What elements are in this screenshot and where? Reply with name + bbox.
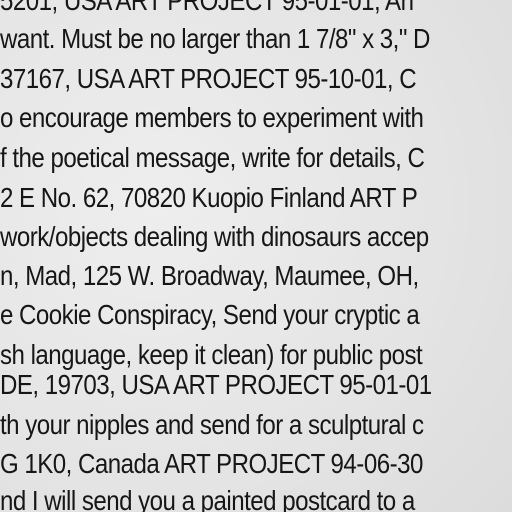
scanned-document-page: 5201, USA ART PROJECT 95-01-01, An want.… [0, 0, 512, 512]
text-line: sh language, keep it clean) for public p… [0, 339, 423, 370]
text-line: G 1K0, Canada ART PROJECT 94-06-30 [0, 448, 423, 479]
text-line: e Cookie Conspiracy, Send your cryptic a [0, 299, 420, 330]
text-line: f the poetical message, write for detail… [0, 142, 425, 173]
text-line: work/objects dealing with dinosaurs acce… [0, 221, 429, 252]
text-line: n, Mad, 125 W. Broadway, Maumee, OH, [0, 260, 419, 291]
text-line: want. Must be no larger than 1 7/8" x 3,… [0, 23, 430, 54]
text-line: 37167, USA ART PROJECT 95-10-01, C [0, 63, 417, 94]
text-line: th your nipples and send for a sculptura… [0, 409, 424, 440]
text-line: nd I will send you a painted postcard to… [0, 485, 415, 512]
text-line: DE, 19703, USA ART PROJECT 95-01-01 [0, 369, 432, 400]
text-line: o encourage members to experiment with [0, 102, 424, 133]
text-line: 2 E No. 62, 70820 Kuopio Finland ART P [0, 182, 418, 213]
text-line: 5201, USA ART PROJECT 95-01-01, An [0, 0, 414, 16]
